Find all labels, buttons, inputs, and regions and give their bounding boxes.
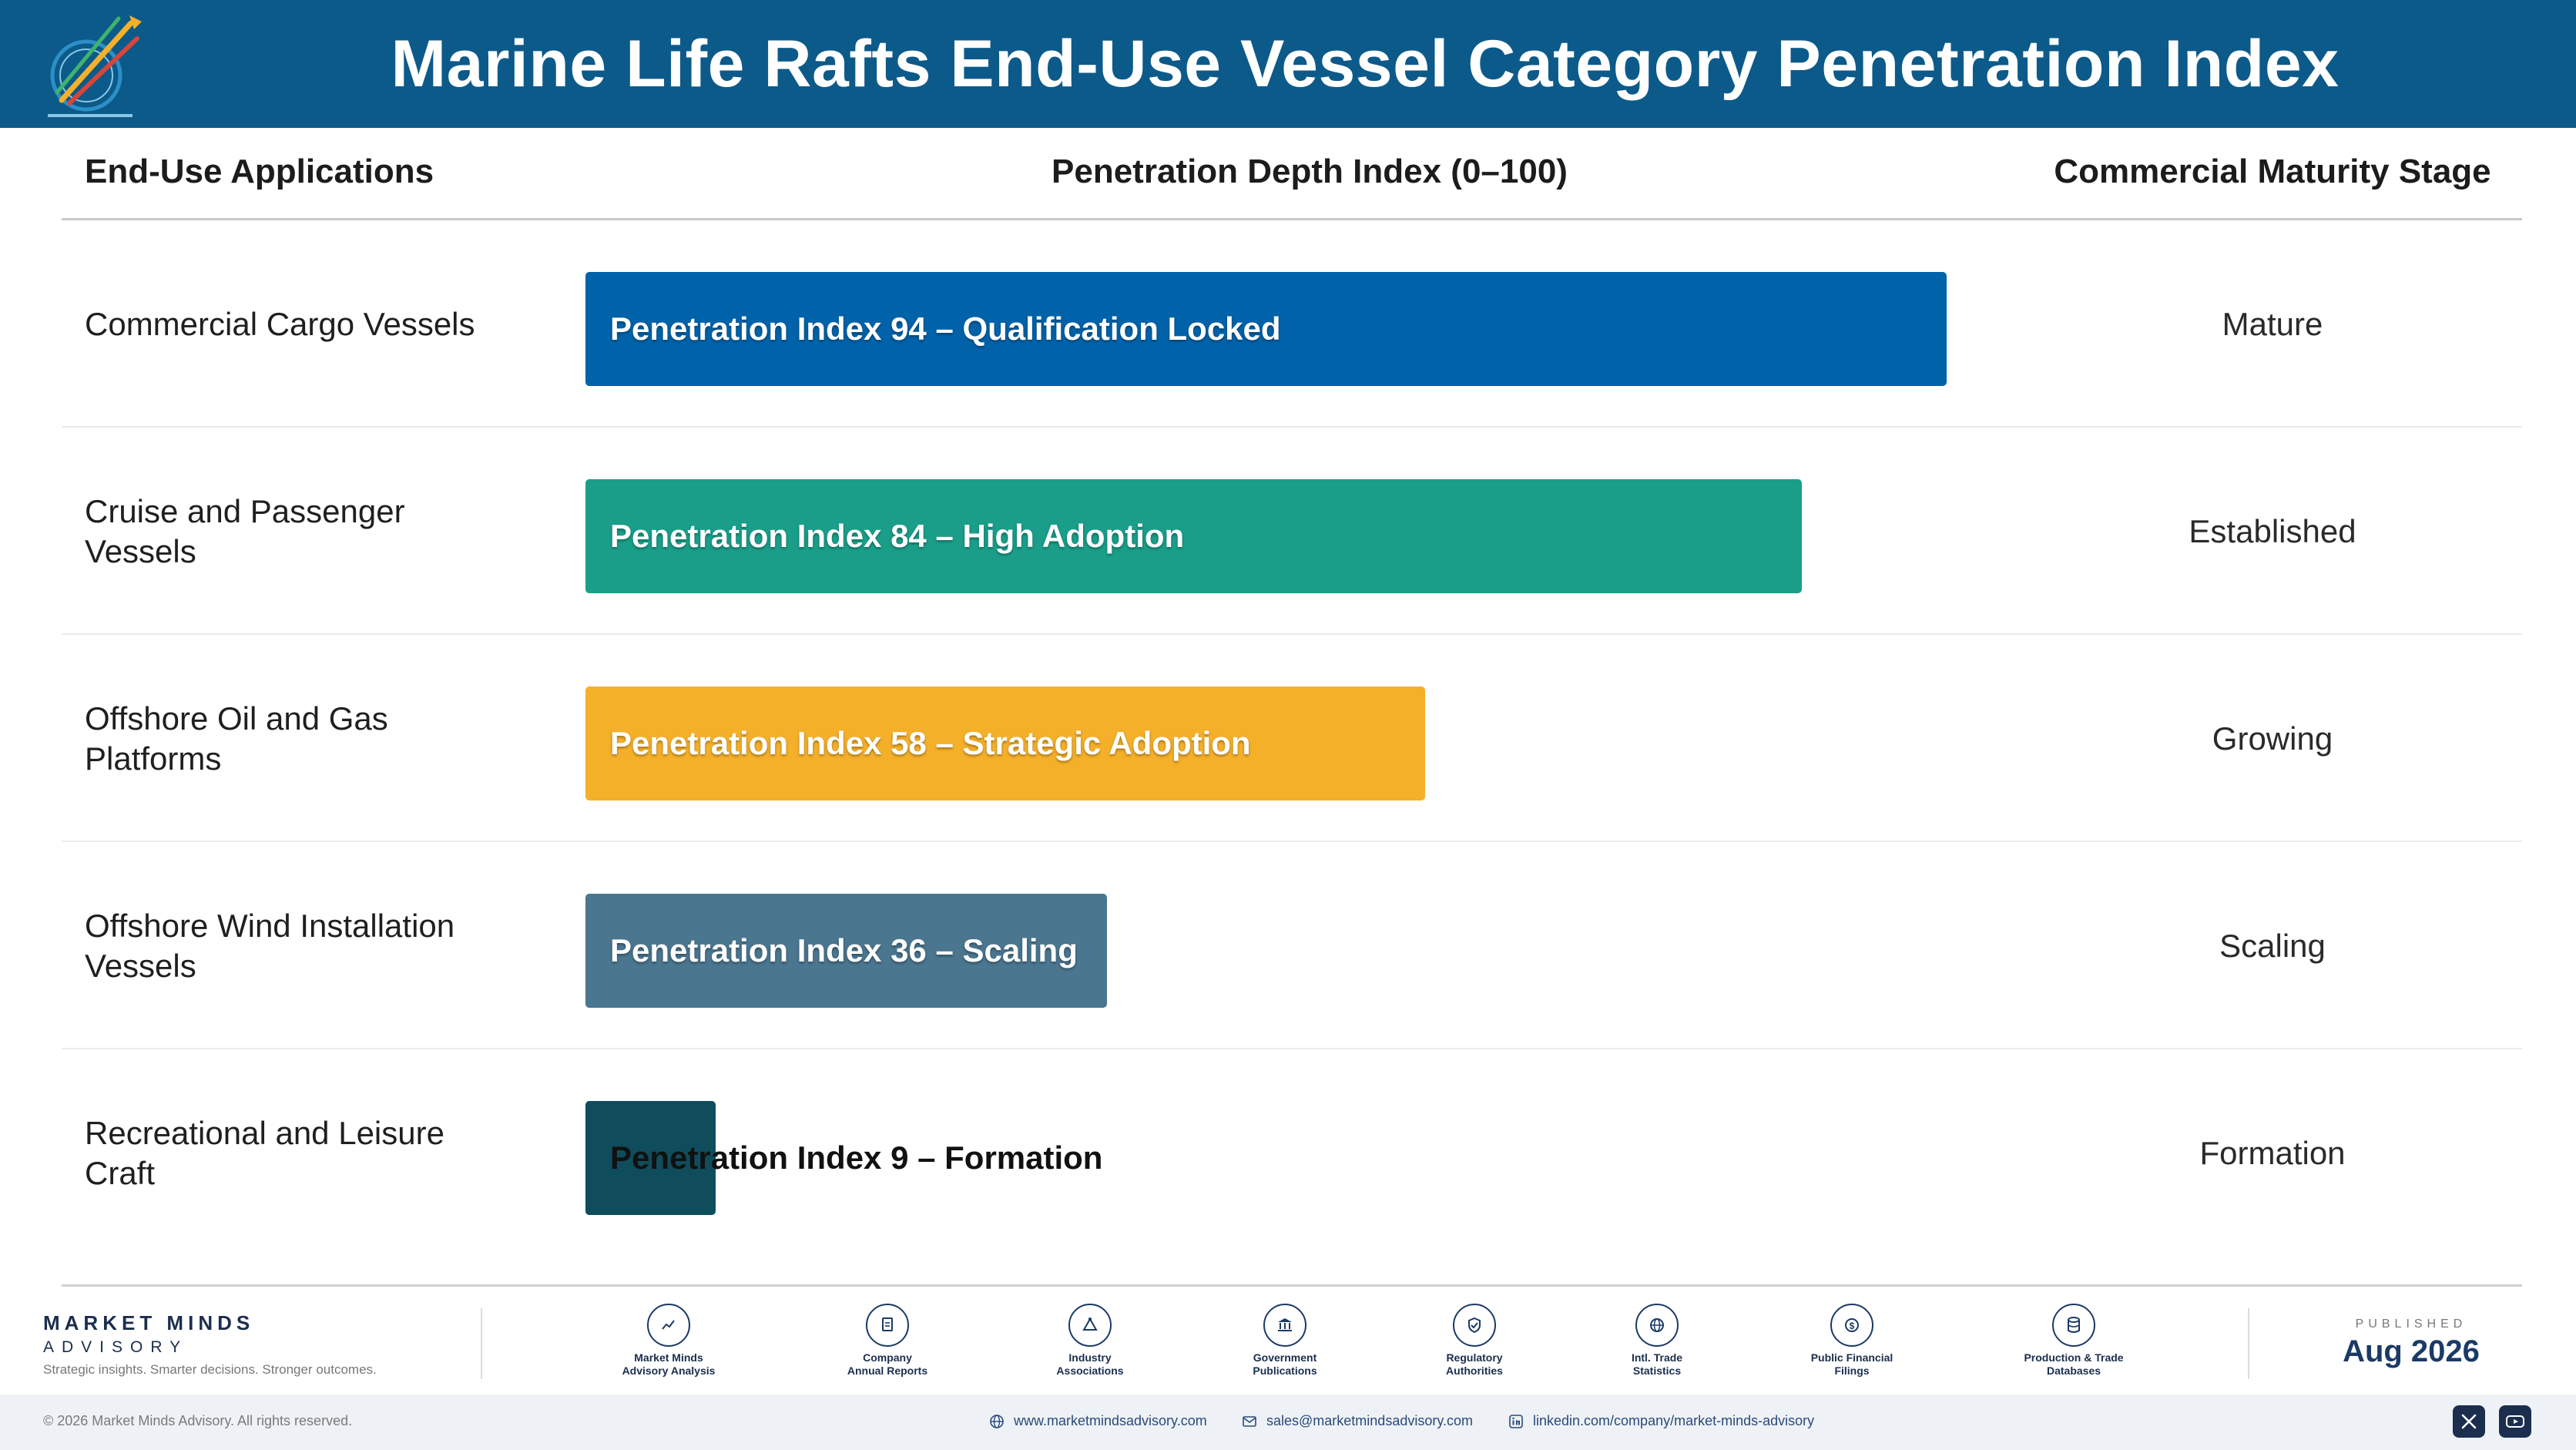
chart-row: Cruise and Passenger Vessels Penetration … (62, 428, 2522, 635)
bottom-bar: © 2026 Market Minds Advisory. All rights… (0, 1395, 2576, 1450)
chart-row: Commercial Cargo Vessels Penetration Inde… (62, 220, 2522, 428)
footer: MARKET MINDS ADVISORY Strategic insights… (0, 1294, 2576, 1395)
category-label: Commercial Cargo Vessels (85, 305, 475, 342)
category-label: Offshore Wind Installation Vessels (85, 907, 455, 984)
category-label: Cruise and Passenger Vessels (85, 492, 405, 569)
youtube-icon (2506, 1415, 2524, 1428)
x-logo-icon (2461, 1414, 2477, 1429)
source-label: Government Publications (1253, 1351, 1317, 1377)
brand-name: MARKET MINDS (43, 1311, 255, 1334)
svg-text:$: $ (1850, 1321, 1855, 1331)
trend-chart-icon (647, 1304, 690, 1347)
source-label: Market Minds Advisory Analysis (622, 1351, 716, 1377)
website-link[interactable]: www.marketmindsadvisory.com (989, 1413, 1207, 1429)
footer-separator (2248, 1308, 2249, 1379)
published-date: Aug 2026 (2343, 1334, 2480, 1368)
page-title: Marine Life Rafts End-Use Vessel Categor… (391, 27, 2340, 101)
maturity-stage: Scaling (2219, 927, 2326, 964)
chart-row: Offshore Oil and Gas Platforms Penetratio… (62, 635, 2522, 842)
youtube-social-button[interactable] (2499, 1405, 2531, 1438)
source-item: Regulatory Authorities (1397, 1304, 1551, 1378)
brand-tagline: Strategic insights. Smarter decisions. S… (43, 1362, 377, 1377)
website-text: www.marketmindsadvisory.com (1014, 1413, 1207, 1428)
linkedin-link[interactable]: linkedin.com/company/market-minds-adviso… (1508, 1413, 1814, 1429)
source-item: Market Minds Advisory Analysis (592, 1304, 746, 1378)
maturity-stage: Established (2189, 512, 2356, 549)
source-label: Production & Trade Databases (2024, 1351, 2124, 1377)
source-label: Company Annual Reports (847, 1351, 928, 1377)
government-building-icon (1263, 1304, 1306, 1347)
company-logo (48, 15, 142, 117)
bar-label: Penetration Index 94 – Qualification Loc… (610, 310, 1281, 347)
source-label: Industry Associations (1056, 1351, 1124, 1377)
chart-row: Offshore Wind Installation Vessels Penetr… (62, 842, 2522, 1049)
bar-track: Penetration Index 94 – Qualification Loc… (585, 220, 2034, 428)
maturity-stage: Formation (2199, 1134, 2346, 1171)
network-icon (1068, 1304, 1112, 1347)
mail-icon (1243, 1415, 1256, 1427)
email-text: sales@marketmindsadvisory.com (1266, 1413, 1474, 1428)
bar-label: Penetration Index 84 – High Adoption (610, 518, 1185, 554)
bar-label: Penetration Index 36 – Scaling (610, 932, 1078, 968)
category-label: Recreational and Leisure Craft (85, 1114, 444, 1191)
dollar-coin-icon: $ (1830, 1304, 1873, 1347)
source-label: Public Financial Filings (1810, 1351, 1893, 1377)
linkedin-icon (1509, 1414, 1523, 1428)
footer-divider (62, 1284, 2522, 1287)
source-item: Government Publications (1208, 1304, 1362, 1378)
category-label: Offshore Oil and Gas Platforms (85, 700, 388, 777)
source-item: Intl. Trade Statistics (1580, 1304, 1734, 1378)
chart-row: Recreational and Leisure Craft Penetratio… (62, 1049, 2522, 1257)
bar-label: Penetration Index 58 – Strategic Adoptio… (610, 725, 1251, 761)
source-item: Industry Associations (1013, 1304, 1167, 1378)
linkedin-text: linkedin.com/company/market-minds-adviso… (1533, 1413, 1815, 1428)
copyright-text: © 2026 Market Minds Advisory. All rights… (43, 1413, 353, 1428)
globe-icon (1635, 1304, 1679, 1347)
source-label: Regulatory Authorities (1446, 1351, 1503, 1377)
column-header-applications: End-Use Applications (85, 153, 434, 190)
source-item: $ Public Financial Filings (1775, 1304, 1929, 1378)
source-label: Intl. Trade Statistics (1631, 1351, 1683, 1377)
x-social-button[interactable] (2453, 1405, 2485, 1438)
header-banner: Marine Life Rafts End-Use Vessel Categor… (0, 0, 2576, 128)
source-item: Company Annual Reports (810, 1304, 964, 1378)
footer-separator (481, 1308, 482, 1379)
source-item: Production & Trade Databases (1997, 1304, 2151, 1378)
brand-subname: ADVISORY (43, 1338, 189, 1356)
column-header-stage: Commercial Maturity Stage (2054, 153, 2491, 190)
bar-track: Penetration Index 36 – Scaling (585, 842, 2034, 1049)
document-icon (866, 1304, 909, 1347)
shield-check-icon (1453, 1304, 1496, 1347)
globe-icon (990, 1414, 1004, 1428)
column-header-index: Penetration Depth Index (0–100) (1052, 153, 1568, 190)
maturity-stage: Growing (2212, 720, 2333, 757)
maturity-stage: Mature (2222, 305, 2323, 342)
bar-label: Penetration Index 9 – Formation (610, 1140, 1103, 1176)
email-link[interactable]: sales@marketmindsadvisory.com (1242, 1413, 1473, 1429)
bar-track: Penetration Index 9 – Formation (585, 1049, 2034, 1257)
bar-track: Penetration Index 84 – High Adoption (585, 428, 2034, 635)
bar-track: Penetration Index 58 – Strategic Adoptio… (585, 635, 2034, 842)
database-icon (2052, 1304, 2095, 1347)
published-label: PUBLISHED (2355, 1317, 2467, 1331)
